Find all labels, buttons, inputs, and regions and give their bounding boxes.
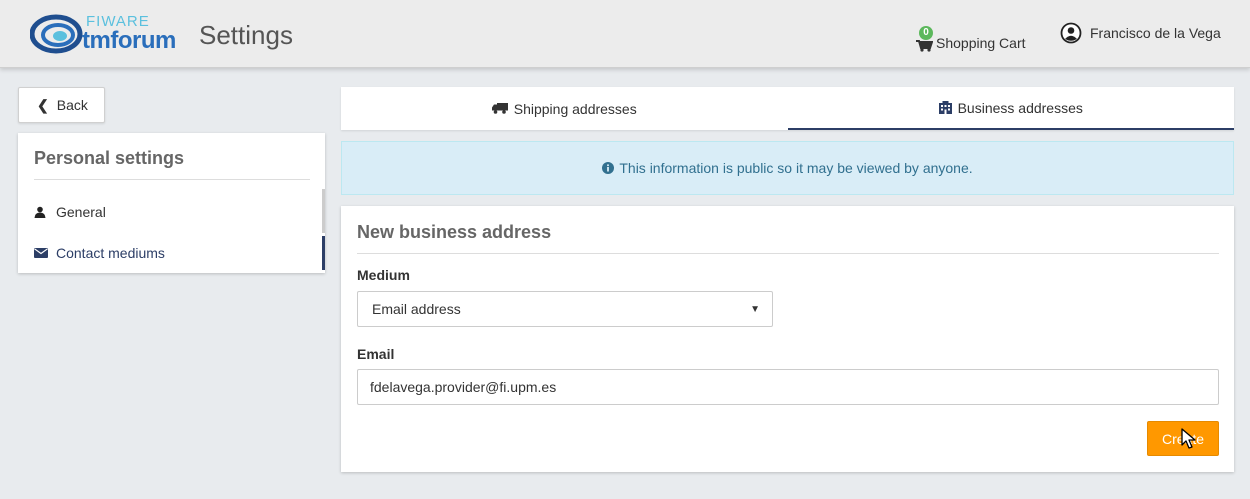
page-title: Settings xyxy=(199,20,293,50)
address-tabs: Shipping addresses Business addresses xyxy=(341,87,1234,130)
email-input[interactable] xyxy=(357,369,1219,405)
public-info-alert: This information is public so it may be … xyxy=(341,141,1234,195)
personal-settings-panel: Personal settings General Contact medium… xyxy=(18,133,325,273)
shopping-cart-link[interactable]: 0 Shopping Cart xyxy=(915,14,1026,54)
email-label: Email xyxy=(357,346,395,362)
mouse-cursor-icon xyxy=(1181,428,1196,449)
top-navbar: FIWARE tmforum Settings 0 Shopping Cart … xyxy=(0,0,1250,68)
tab-label: Business addresses xyxy=(957,99,1083,116)
shopping-cart-label: Shopping Cart xyxy=(936,35,1026,51)
personal-settings-title: Personal settings xyxy=(34,148,185,168)
fiware-tmforum-logo[interactable]: FIWARE tmforum xyxy=(30,8,190,58)
sidebar-item-general[interactable]: General xyxy=(18,195,325,229)
tab-shipping-addresses[interactable]: Shipping addresses xyxy=(341,87,788,130)
chevron-left-icon: ❮ xyxy=(37,96,49,113)
user-menu[interactable]: Francisco de la Vega xyxy=(1060,22,1221,44)
medium-select[interactable]: Email address ▼ xyxy=(357,291,773,327)
logo-swirl-icon xyxy=(30,14,83,54)
user-name: Francisco de la Vega xyxy=(1090,25,1221,41)
tab-label: Shipping addresses xyxy=(513,100,637,117)
info-icon xyxy=(602,162,615,174)
sidebar-item-label: General xyxy=(56,204,106,220)
building-icon xyxy=(938,101,952,114)
cart-count-badge: 0 xyxy=(919,26,933,40)
alert-text: This information is public so it may be … xyxy=(619,160,973,176)
truck-icon xyxy=(491,103,508,114)
medium-label: Medium xyxy=(357,267,410,283)
tab-business-addresses[interactable]: Business addresses xyxy=(787,87,1234,130)
logo-tmforum-text: tmforum xyxy=(82,27,176,54)
user-avatar-icon xyxy=(1060,22,1082,44)
divider xyxy=(34,179,310,180)
back-button[interactable]: ❮ Back xyxy=(18,87,105,123)
envelope-icon xyxy=(34,248,48,258)
new-business-address-form: New business address Medium Email addres… xyxy=(341,206,1234,472)
sidebar-item-contact-mediums[interactable]: Contact mediums xyxy=(18,236,325,270)
divider xyxy=(357,253,1219,254)
back-button-label: Back xyxy=(56,97,88,113)
medium-selected-value: Email address xyxy=(372,301,461,317)
form-title: New business address xyxy=(357,222,552,242)
caret-down-icon: ▼ xyxy=(750,304,760,315)
user-icon xyxy=(34,206,48,218)
shopping-cart-icon: 0 xyxy=(915,26,934,52)
sidebar-item-label: Contact mediums xyxy=(56,245,165,261)
